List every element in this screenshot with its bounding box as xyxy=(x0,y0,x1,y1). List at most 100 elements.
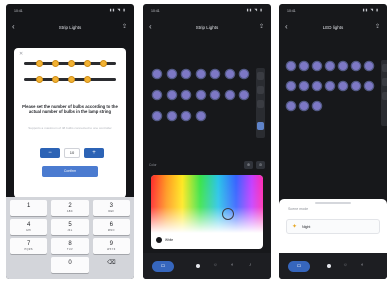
tab-music[interactable]: ♪ xyxy=(249,262,252,268)
key-digit: 8 xyxy=(68,241,72,247)
status-icons: ▮▮ ◥ ▮ xyxy=(109,8,126,12)
app-canvas: 10:41 ▮▮ ◥ ▮ ‹ Strip Lights ⇪ ✕ Please s… xyxy=(0,0,387,281)
keypad-blank xyxy=(10,257,47,273)
light-bulb[interactable] xyxy=(287,82,295,90)
clear-color-button[interactable]: ⊘ xyxy=(256,161,265,169)
light-bulb[interactable] xyxy=(313,82,321,90)
key-letters: JKL xyxy=(67,229,73,232)
tab-brightness[interactable]: ☼ xyxy=(213,262,218,268)
app-header: ‹ Strip Lights ⇪ xyxy=(6,18,134,40)
side-tab[interactable] xyxy=(382,64,387,72)
side-tab[interactable] xyxy=(382,92,387,100)
color-spectrum[interactable] xyxy=(151,175,263,233)
side-tab-column xyxy=(256,68,265,138)
tab-grid[interactable]: ▭ xyxy=(288,261,310,272)
tab-grid[interactable]: ▭ xyxy=(152,261,174,272)
tab-scene[interactable]: ◐ xyxy=(361,262,364,268)
key-digit: 9 xyxy=(109,241,113,247)
light-bulb[interactable] xyxy=(339,62,347,70)
light-bulb[interactable] xyxy=(352,82,360,90)
close-icon[interactable]: ✕ xyxy=(19,51,23,57)
bulb-string-diagram xyxy=(24,56,116,88)
key-4[interactable]: 4 GHI xyxy=(10,219,48,235)
key-6[interactable]: 6 MNO xyxy=(92,219,130,235)
key-9[interactable]: 9 WXYZ xyxy=(92,238,130,254)
scene-option-label: Night xyxy=(302,225,311,229)
side-tab-active[interactable] xyxy=(257,122,264,130)
confirm-button[interactable]: Confirm xyxy=(42,166,98,177)
light-bulb[interactable] xyxy=(300,102,308,110)
key-0[interactable]: 0 xyxy=(51,257,89,273)
light-bulb[interactable] xyxy=(240,91,248,99)
light-bulb[interactable] xyxy=(153,70,161,78)
picker-cursor[interactable] xyxy=(222,208,234,220)
light-bulb[interactable] xyxy=(287,62,295,70)
decrease-button[interactable]: − xyxy=(40,148,60,158)
light-bulb[interactable] xyxy=(365,62,373,70)
light-bulb[interactable] xyxy=(313,62,321,70)
side-tab[interactable] xyxy=(257,86,264,94)
bulb-icon xyxy=(52,60,59,67)
key-1[interactable]: 1 xyxy=(10,200,48,216)
share-icon[interactable]: ⇪ xyxy=(259,23,264,30)
screen-scene-mode: 10:41 ▮▮ ◥ ▮ ‹ LED lights ⇪ Scene mode ✦… xyxy=(279,4,387,279)
light-bulb[interactable] xyxy=(339,82,347,90)
light-bulb[interactable] xyxy=(211,70,219,78)
light-bulb[interactable] xyxy=(300,62,308,70)
light-bulb[interactable] xyxy=(182,112,190,120)
grid-icon: ▭ xyxy=(160,263,166,269)
color-picker[interactable]: White xyxy=(151,175,263,249)
light-bulb[interactable] xyxy=(365,82,373,90)
increase-button[interactable]: + xyxy=(84,148,104,158)
key-letters: ABC xyxy=(66,210,74,213)
share-icon[interactable]: ⇪ xyxy=(122,23,127,30)
bulb-icon xyxy=(84,76,91,83)
key-letters: DEF xyxy=(108,210,115,213)
side-tab[interactable] xyxy=(257,72,264,80)
light-bulb[interactable] xyxy=(196,70,205,78)
page-title: Strip Lights xyxy=(58,25,82,30)
light-bulb[interactable] xyxy=(313,102,321,110)
key-digit: 7 xyxy=(26,241,31,247)
light-bulb[interactable] xyxy=(182,91,190,99)
bulb-count-input[interactable]: 10 xyxy=(64,148,80,158)
key-5[interactable]: 5 JKL xyxy=(51,219,89,235)
key-2[interactable]: 2 ABC xyxy=(51,200,89,216)
light-bulb[interactable] xyxy=(326,62,334,70)
share-icon[interactable]: ⇪ xyxy=(375,23,380,30)
tab-color-dot[interactable] xyxy=(196,264,200,268)
light-bulb[interactable] xyxy=(287,102,295,110)
light-bulb[interactable] xyxy=(196,112,205,120)
key-7[interactable]: 7 PQRS xyxy=(10,238,48,254)
side-tab[interactable] xyxy=(382,78,387,86)
add-color-button[interactable]: ⊕ xyxy=(244,161,253,169)
light-bulb[interactable] xyxy=(240,70,248,78)
side-tab[interactable] xyxy=(257,100,264,108)
light-bulb[interactable] xyxy=(196,91,205,99)
backspace-key[interactable]: ⌫ xyxy=(93,257,130,273)
bulb-icon xyxy=(100,60,107,67)
light-bulb[interactable] xyxy=(326,82,334,90)
tab-scene[interactable]: ◐ xyxy=(231,262,234,268)
light-bulb[interactable] xyxy=(153,112,161,120)
sheet-handle[interactable] xyxy=(315,202,351,204)
light-bulb[interactable] xyxy=(211,91,219,99)
selected-color-row[interactable]: White xyxy=(154,236,260,245)
light-bulb[interactable] xyxy=(182,70,190,78)
light-bulb[interactable] xyxy=(167,112,176,120)
light-bulb[interactable] xyxy=(352,62,360,70)
tab-brightness[interactable]: ☼ xyxy=(343,262,348,268)
key-digit: 0 xyxy=(68,260,72,266)
light-bulb[interactable] xyxy=(167,91,176,99)
light-bulb[interactable] xyxy=(167,70,176,78)
light-bulb[interactable] xyxy=(153,91,161,99)
bulb-icon xyxy=(68,76,75,83)
key-3[interactable]: 3 DEF xyxy=(92,200,130,216)
color-swatch xyxy=(156,237,162,243)
light-bulb[interactable] xyxy=(225,70,234,78)
scene-option-night[interactable]: ✦ Night xyxy=(286,219,380,234)
key-8[interactable]: 8 TUV xyxy=(51,238,89,254)
light-bulb[interactable] xyxy=(300,82,308,90)
tab-color-dot[interactable] xyxy=(327,264,331,268)
light-bulb[interactable] xyxy=(225,91,234,99)
